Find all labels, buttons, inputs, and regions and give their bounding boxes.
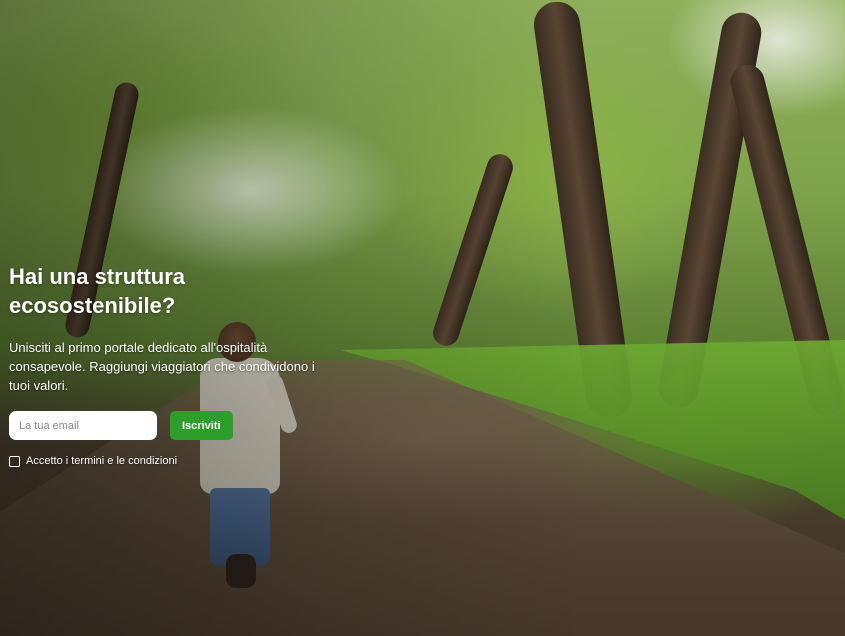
lead-text: Unisciti al primo portale dedicato all'o… bbox=[9, 340, 315, 393]
email-input[interactable] bbox=[9, 411, 157, 440]
page-title: Hai una struttura ecosostenibile? bbox=[9, 264, 186, 318]
signup-form: Iscriviti bbox=[9, 411, 349, 440]
signup-panel: Hai una struttura ecosostenibile? Unisci… bbox=[9, 262, 349, 467]
terms-checkbox[interactable] bbox=[9, 455, 20, 467]
terms-checkbox-row[interactable]: Accetto i termini e le condizioni bbox=[9, 455, 349, 467]
subscribe-button[interactable]: Iscriviti bbox=[170, 411, 233, 440]
hero-section: Hai una struttura ecosostenibile? Unisci… bbox=[0, 0, 845, 636]
terms-label: Accetto i termini e le condizioni bbox=[26, 455, 178, 467]
